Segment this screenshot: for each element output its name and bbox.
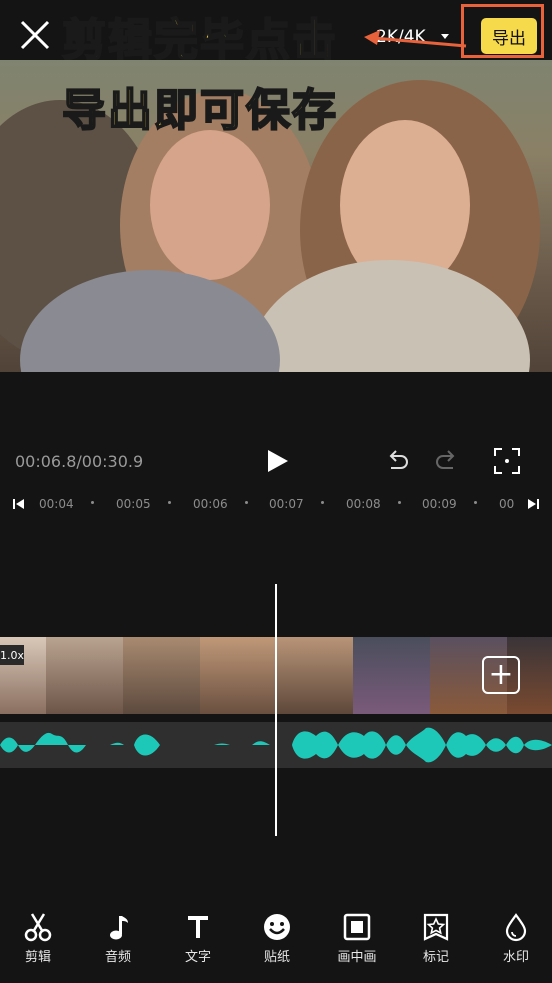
- tool-pip[interactable]: 画中画: [327, 912, 387, 965]
- music-note-icon: [110, 916, 128, 940]
- ruler-tick: 00:08: [346, 497, 381, 511]
- ruler-tick: 00:04: [39, 497, 74, 511]
- tool-audio[interactable]: 音频: [88, 912, 148, 965]
- ruler-tick: 00:09: [422, 497, 457, 511]
- sticker-smile-icon: [264, 914, 290, 940]
- clip-thumbnail: [276, 637, 353, 714]
- clip-thumbnail: [200, 637, 276, 714]
- star-marker-icon: [423, 913, 449, 941]
- tool-pip-label: 画中画: [337, 950, 377, 965]
- tool-edit[interactable]: 剪辑: [8, 912, 68, 965]
- ruler-dot: [398, 501, 401, 504]
- timecode: 00:06.8/00:30.9: [15, 452, 144, 471]
- tool-audio-label: 音频: [104, 950, 131, 965]
- tool-text[interactable]: 文字: [168, 912, 228, 965]
- clip-thumbnail: [46, 637, 123, 714]
- ruler-tick: 00: [499, 497, 515, 511]
- tool-watermark-label: 水印: [502, 950, 529, 965]
- annotation-line-1: 剪辑完毕点击: [61, 14, 338, 67]
- water-drop-icon: [505, 913, 527, 942]
- ruler-tick: 00:07: [269, 497, 304, 511]
- play-icon[interactable]: [264, 448, 290, 474]
- ruler-dot: [321, 501, 324, 504]
- annotation-arrow-icon: [364, 30, 467, 48]
- tool-text-label: 文字: [184, 950, 211, 965]
- fullscreen-icon[interactable]: [493, 447, 521, 475]
- ruler-tick: 00:06: [193, 497, 228, 511]
- clip-thumbnail: [123, 637, 200, 714]
- skip-to-start-icon[interactable]: [12, 497, 26, 511]
- scissors-icon: [24, 913, 52, 942]
- speed-badge: 1.0x: [0, 645, 24, 665]
- picture-in-picture-icon: [343, 913, 371, 941]
- add-clip-button[interactable]: +: [482, 656, 520, 694]
- ruler-tick: 00:05: [116, 497, 151, 511]
- ruler-dot: [245, 501, 248, 504]
- skip-to-end-icon[interactable]: [526, 497, 540, 511]
- undo-icon[interactable]: [386, 450, 410, 472]
- ruler-dot: [91, 501, 94, 504]
- tool-sticker[interactable]: 贴纸: [247, 912, 307, 965]
- playhead[interactable]: [275, 584, 277, 836]
- clip-thumbnail: [353, 637, 430, 714]
- tool-marker[interactable]: 标记: [406, 912, 466, 965]
- export-button[interactable]: 导出: [481, 18, 537, 54]
- ruler-dot: [474, 501, 477, 504]
- ruler-dot: [168, 501, 171, 504]
- redo-icon[interactable]: [434, 450, 458, 472]
- tool-watermark[interactable]: 水印: [486, 912, 546, 965]
- tool-edit-label: 剪辑: [24, 950, 51, 965]
- annotation-line-2: 导出即可保存: [61, 84, 338, 137]
- tool-sticker-label: 贴纸: [263, 950, 290, 965]
- close-icon[interactable]: [18, 18, 52, 52]
- tool-marker-label: 标记: [422, 950, 449, 965]
- text-icon: [188, 916, 208, 938]
